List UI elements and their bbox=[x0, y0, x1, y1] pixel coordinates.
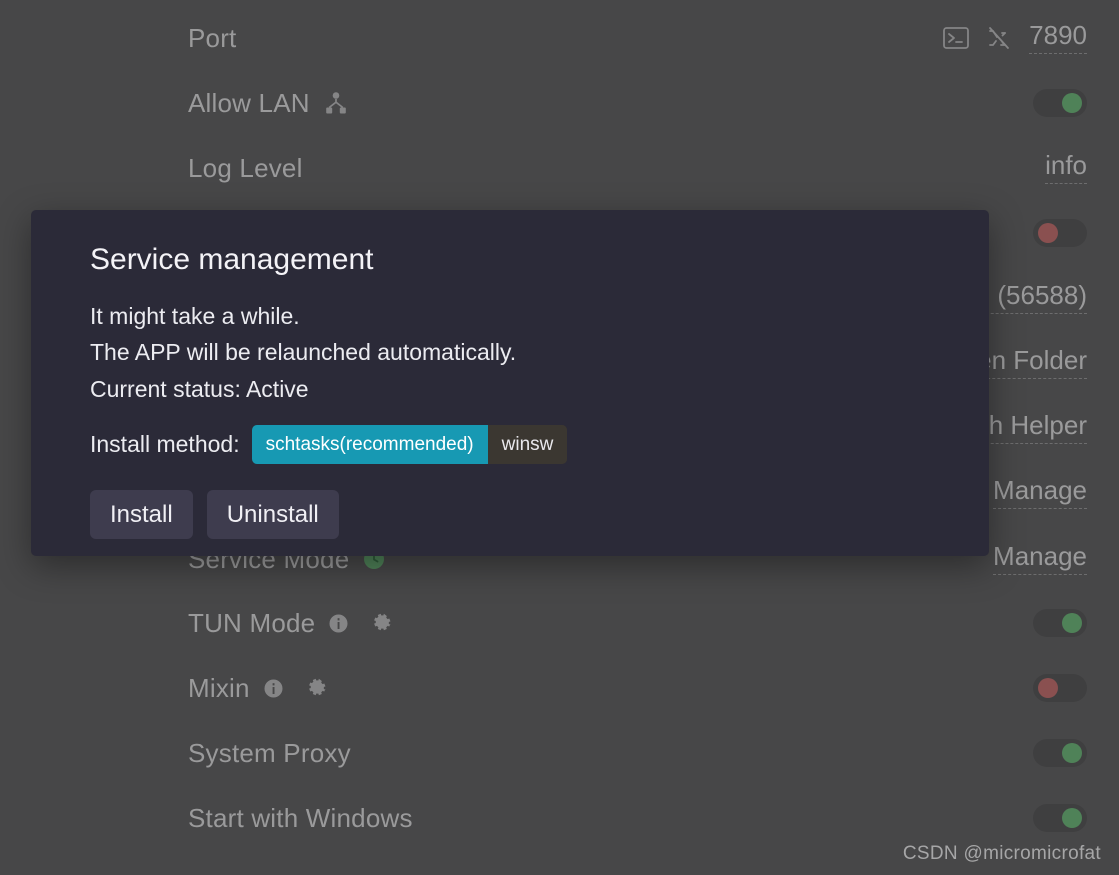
setting-value-port[interactable]: 7890 bbox=[1029, 22, 1087, 54]
setting-row-right bbox=[1033, 739, 1087, 767]
install-button[interactable]: Install bbox=[90, 489, 193, 540]
setting-row-log-level[interactable]: Log Level info bbox=[188, 146, 1087, 190]
toggle-allow-lan[interactable] bbox=[1033, 89, 1087, 117]
info-circle-icon[interactable] bbox=[329, 614, 348, 633]
setting-value-service-mode[interactable]: Manage bbox=[993, 543, 1087, 575]
setting-row-left: Allow LAN bbox=[188, 88, 348, 119]
setting-row-allow-lan[interactable]: Allow LAN bbox=[188, 81, 1087, 125]
terminal-icon[interactable] bbox=[943, 27, 970, 49]
setting-value-log-level[interactable]: info bbox=[1045, 152, 1087, 184]
setting-row-left: Log Level bbox=[188, 153, 303, 184]
watermark: CSDN @micromicrofat bbox=[902, 843, 1101, 864]
setting-row-right: ch Helper bbox=[975, 412, 1087, 444]
setting-row-port[interactable]: Port 7890 bbox=[188, 16, 1087, 60]
setting-label-port: Port bbox=[188, 22, 237, 53]
toggle-tun-mode[interactable] bbox=[1033, 609, 1087, 637]
setting-row-right bbox=[1033, 609, 1087, 637]
toggle-knob bbox=[1062, 743, 1082, 763]
toggle-mixin[interactable] bbox=[1033, 674, 1087, 702]
setting-row-start-with-windows[interactable]: Start with Windows bbox=[188, 796, 1087, 840]
setting-row-right bbox=[1033, 674, 1087, 702]
setting-row-left: TUN Mode bbox=[188, 608, 394, 639]
setting-row-mixin[interactable]: Mixin bbox=[188, 666, 1087, 710]
info-circle-icon[interactable] bbox=[264, 679, 283, 698]
dialog-title: Service management bbox=[90, 243, 374, 276]
setting-row-right: 7890 bbox=[943, 22, 1087, 54]
toggle-knob bbox=[1038, 223, 1058, 243]
network-sitemap-icon[interactable] bbox=[324, 91, 348, 115]
install-method-row: Install method: schtasks(recommended) wi… bbox=[90, 424, 959, 464]
setting-label-tun-mode: TUN Mode bbox=[188, 607, 316, 638]
app-window: Port 7890 Allow LAN Log Level info n (56… bbox=[0, 0, 1119, 875]
setting-label-log-level: Log Level bbox=[188, 152, 303, 183]
setting-row-right: Manage bbox=[993, 477, 1087, 509]
toggle-knob bbox=[1062, 93, 1082, 113]
toggle-system-proxy[interactable] bbox=[1033, 739, 1087, 767]
dialog-line-3: Current status: Active bbox=[90, 375, 309, 402]
setting-row-right bbox=[1033, 219, 1087, 247]
setting-label-start-with-windows: Start with Windows bbox=[188, 802, 413, 833]
install-method-option-winsw[interactable]: winsw bbox=[487, 424, 568, 464]
dialog-body: It might take a while. The APP will be r… bbox=[90, 298, 959, 540]
dialog-actions: Install Uninstall bbox=[90, 489, 959, 540]
install-method-label: Install method: bbox=[90, 430, 240, 457]
setting-row-left: Port bbox=[188, 23, 236, 54]
setting-row-right: info bbox=[1045, 152, 1087, 184]
random-port-disabled-icon[interactable] bbox=[987, 26, 1011, 50]
setting-row-right: en Folder bbox=[977, 347, 1087, 379]
setting-row-right bbox=[1033, 89, 1087, 117]
service-management-dialog: Service management It might take a while… bbox=[31, 210, 989, 556]
setting-row-right: Manage bbox=[993, 543, 1087, 575]
setting-value-manage-upper[interactable]: Manage bbox=[993, 477, 1087, 509]
setting-row-left: Start with Windows bbox=[188, 803, 413, 834]
setting-row-right bbox=[1033, 804, 1087, 832]
dialog-line-2: The APP will be relaunched automatically… bbox=[90, 339, 517, 366]
toggle-knob bbox=[1038, 678, 1058, 698]
setting-value-open-folder[interactable]: en Folder bbox=[977, 347, 1087, 379]
setting-row-tun-mode[interactable]: TUN Mode bbox=[188, 601, 1087, 645]
setting-row-right: n (56588) bbox=[975, 282, 1087, 314]
toggle-obscured[interactable] bbox=[1033, 219, 1087, 247]
gear-icon[interactable] bbox=[305, 676, 329, 700]
setting-row-left: System Proxy bbox=[188, 738, 351, 769]
setting-label-system-proxy: System Proxy bbox=[188, 737, 351, 768]
toggle-start-with-windows[interactable] bbox=[1033, 804, 1087, 832]
install-method-option-schtasks[interactable]: schtasks(recommended) bbox=[251, 424, 488, 464]
toggle-knob bbox=[1062, 613, 1082, 633]
setting-row-left: Mixin bbox=[188, 673, 329, 704]
setting-label-mixin: Mixin bbox=[188, 672, 250, 703]
install-method-segmented-control[interactable]: schtasks(recommended) winsw bbox=[251, 424, 568, 464]
uninstall-button[interactable]: Uninstall bbox=[206, 489, 339, 540]
setting-value-obscured-1[interactable]: n (56588) bbox=[975, 282, 1087, 314]
toggle-knob bbox=[1062, 808, 1082, 828]
setting-value-patch-helper[interactable]: ch Helper bbox=[975, 412, 1087, 444]
setting-label-allow-lan: Allow LAN bbox=[188, 87, 310, 118]
dialog-line-1: It might take a while. bbox=[90, 303, 300, 329]
setting-row-system-proxy[interactable]: System Proxy bbox=[188, 731, 1087, 775]
gear-icon[interactable] bbox=[370, 611, 394, 635]
